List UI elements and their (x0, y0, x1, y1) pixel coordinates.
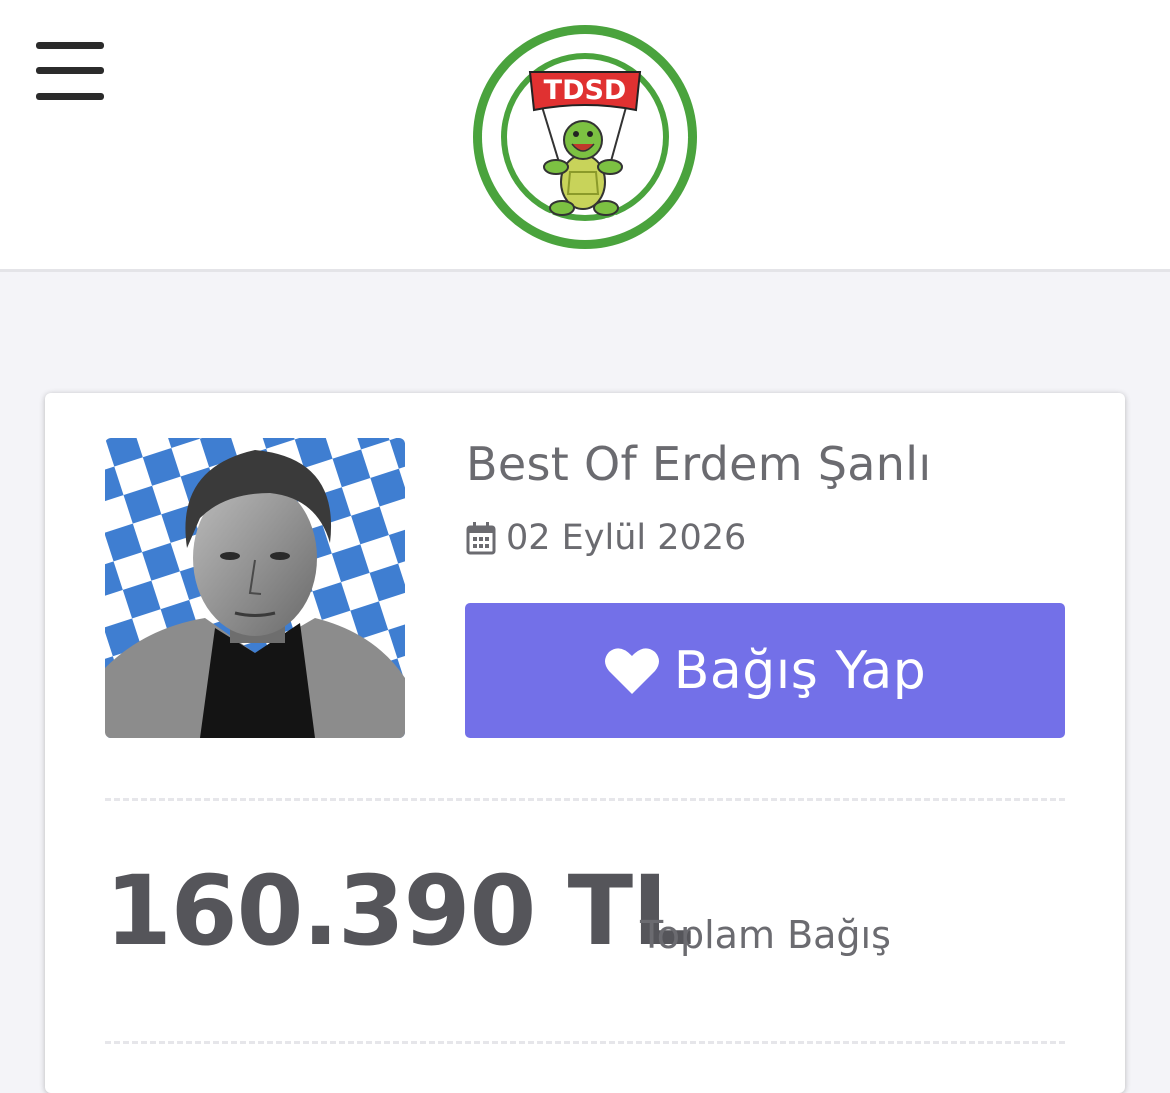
divider (105, 1041, 1065, 1044)
total-amount-label: Toplam Bağış (640, 913, 891, 957)
campaign-card: Best Of Erdem Şanlı 02 Eylül 2026 Bağış … (45, 393, 1125, 1093)
heart-icon (604, 647, 659, 694)
date-text: 02 Eylül 2026 (506, 518, 747, 558)
donate-label: Bağış Yap (673, 640, 927, 701)
campaign-photo (105, 438, 405, 738)
svg-text:TDSD: TDSD (544, 75, 627, 106)
site-header: TÜRKİYE DOWN SENDROMU DERNEĞİ www.downtu… (0, 0, 1170, 272)
campaign-date: 02 Eylül 2026 (466, 516, 746, 560)
donate-button[interactable]: Bağış Yap (465, 603, 1065, 738)
total-amount: 160.390 TL (105, 855, 693, 967)
calendar-icon (466, 522, 496, 555)
tdsd-logo[interactable]: TÜRKİYE DOWN SENDROMU DERNEĞİ www.downtu… (470, 22, 700, 252)
divider (105, 798, 1065, 801)
campaign-title: Best Of Erdem Şanlı (466, 437, 932, 491)
hamburger-menu-icon[interactable] (36, 42, 106, 104)
